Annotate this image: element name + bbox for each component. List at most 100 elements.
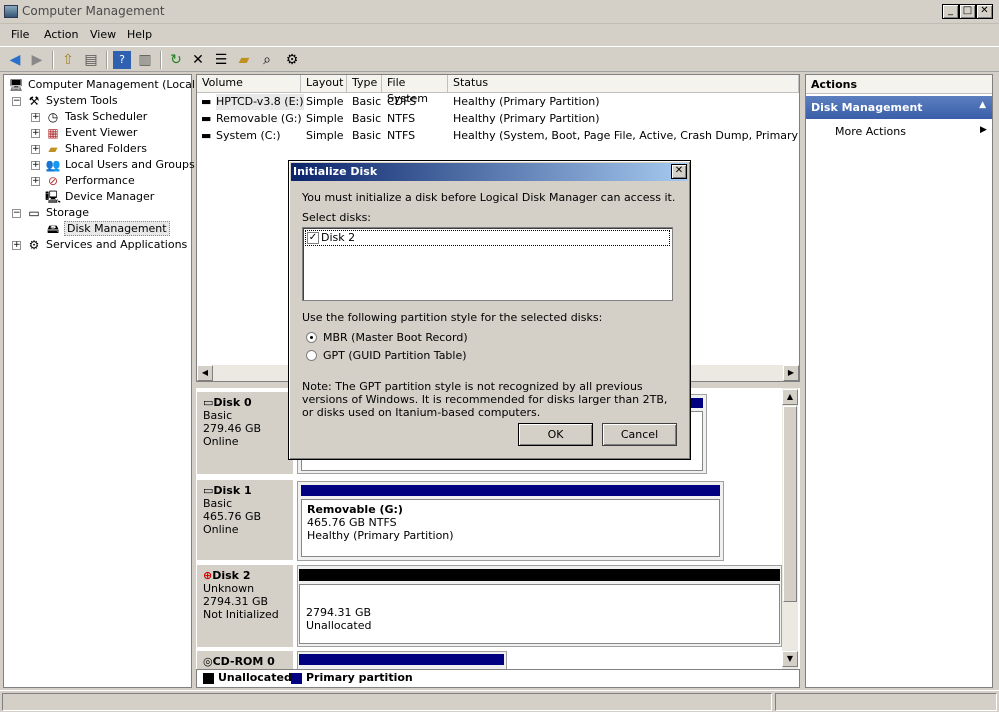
services-icon: ⚙ bbox=[28, 238, 40, 252]
expand-shared-folders[interactable]: + bbox=[31, 145, 40, 154]
expand-task-scheduler[interactable]: + bbox=[31, 113, 40, 122]
tools-icon: ⚒ bbox=[28, 94, 40, 108]
menu-help[interactable]: Help bbox=[127, 28, 152, 41]
drive-icon: ▬ bbox=[201, 112, 212, 125]
volume-status: Healthy (Primary Partition) bbox=[453, 95, 600, 108]
uninitialized-disk-icon: ⊕ bbox=[203, 569, 213, 582]
select-disks-label: Select disks: bbox=[302, 211, 372, 224]
primary-swatch bbox=[291, 673, 302, 684]
event-viewer-icon: ▦ bbox=[47, 126, 59, 140]
expand-local-users[interactable]: + bbox=[31, 161, 40, 170]
mbr-label[interactable]: MBR (Master Boot Record) bbox=[323, 331, 468, 344]
column-layout[interactable]: Layout bbox=[301, 75, 347, 93]
volume-name[interactable]: System (C:) bbox=[216, 128, 281, 144]
minimize-button[interactable]: _ bbox=[942, 4, 959, 19]
scroll-left-arrow-icon[interactable]: ◀ bbox=[197, 365, 213, 381]
volume-name[interactable]: Removable (G:) bbox=[216, 111, 302, 127]
gpt-radio[interactable] bbox=[306, 350, 317, 361]
disk-2-unallocated[interactable]: 2794.31 GB Unallocated bbox=[297, 565, 782, 647]
cdrom-icon: ◎ bbox=[203, 655, 213, 668]
vertical-scrollbar[interactable]: ▲ ▼ bbox=[782, 388, 798, 670]
settings-icon[interactable]: ⚙ bbox=[283, 51, 301, 69]
help-icon[interactable]: ? bbox=[113, 51, 131, 69]
open-folder-icon[interactable]: ▰ bbox=[235, 51, 253, 69]
mbr-radio[interactable] bbox=[306, 332, 317, 343]
menu-bar: File Action View Help bbox=[0, 24, 999, 45]
volume-name[interactable]: HPTCD-v3.8 (E:) bbox=[216, 94, 304, 110]
up-folder-icon[interactable]: ⇧ bbox=[59, 51, 77, 69]
dialog-close-button[interactable]: ✕ bbox=[671, 164, 687, 179]
cdrom-0-label[interactable]: ◎CD-ROM 0 bbox=[197, 651, 293, 671]
collapse-storage[interactable]: − bbox=[12, 209, 21, 218]
refresh-icon[interactable]: ↻ bbox=[167, 51, 185, 69]
legend: Unallocated Primary partition bbox=[196, 669, 800, 688]
expand-performance[interactable]: + bbox=[31, 177, 40, 186]
menu-action[interactable]: Action bbox=[44, 28, 78, 41]
more-actions[interactable]: More Actions bbox=[835, 125, 906, 138]
users-icon: 👥 bbox=[45, 158, 61, 172]
column-file-system[interactable]: File System bbox=[382, 75, 448, 105]
volume-type: Basic bbox=[352, 112, 382, 125]
scroll-down-arrow-icon[interactable]: ▼ bbox=[782, 651, 798, 667]
menu-file[interactable]: File bbox=[11, 28, 29, 41]
menu-view[interactable]: View bbox=[90, 28, 116, 41]
disk-list-item[interactable]: ✓ Disk 2 bbox=[305, 230, 670, 246]
dialog-title-bar: Initialize Disk ✕ bbox=[291, 163, 688, 181]
unallocated-swatch bbox=[203, 673, 214, 684]
back-icon[interactable]: ◀ bbox=[6, 51, 24, 69]
disk-2-label[interactable]: ⊕Disk 2 Unknown 2794.31 GB Not Initializ… bbox=[197, 565, 293, 647]
scroll-up-arrow-icon[interactable]: ▲ bbox=[782, 389, 798, 405]
drive-icon: ▬ bbox=[201, 95, 212, 108]
volume-type: Basic bbox=[352, 95, 382, 108]
actions-section-disk-management[interactable]: Disk Management ▲ bbox=[806, 96, 992, 119]
device-manager-icon: 🖳 bbox=[45, 190, 62, 204]
disk-icon: ▭ bbox=[203, 484, 214, 497]
collapse-system-tools[interactable]: − bbox=[12, 97, 21, 106]
disk-listbox[interactable]: ✓ Disk 2 bbox=[302, 227, 673, 301]
maximize-button[interactable]: □ bbox=[959, 4, 976, 19]
disk-management-icon: 🖴 bbox=[46, 222, 60, 236]
delete-icon[interactable]: ✕ bbox=[189, 51, 207, 69]
column-volume[interactable]: Volume bbox=[197, 75, 301, 93]
volume-layout: Simple bbox=[306, 112, 344, 125]
gpt-note: Note: The GPT partition style is not rec… bbox=[302, 380, 668, 419]
cdrom-0-partition[interactable] bbox=[297, 651, 507, 671]
actions-header: Actions bbox=[806, 75, 992, 94]
volume-status: Healthy (System, Boot, Page File, Active… bbox=[453, 129, 799, 142]
gpt-label[interactable]: GPT (GUID Partition Table) bbox=[323, 349, 467, 362]
submenu-arrow-icon: ▶ bbox=[980, 125, 987, 135]
disk-0-label[interactable]: ▭Disk 0 Basic 279.46 GB Online bbox=[197, 392, 293, 474]
expand-services[interactable]: + bbox=[12, 241, 21, 250]
forward-icon[interactable]: ▶ bbox=[28, 51, 46, 69]
volume-layout: Simple bbox=[306, 95, 344, 108]
legend-primary: Primary partition bbox=[306, 671, 413, 684]
close-button[interactable]: ✕ bbox=[976, 4, 993, 19]
show-hide-tree-icon[interactable]: ▤ bbox=[82, 51, 100, 69]
properties-icon[interactable]: ☰ bbox=[212, 51, 230, 69]
volume-layout: Simple bbox=[306, 129, 344, 142]
disk-2-checkbox[interactable]: ✓ bbox=[307, 232, 319, 244]
scroll-right-arrow-icon[interactable]: ▶ bbox=[783, 365, 799, 381]
initialize-disk-dialog: Initialize Disk ✕ You must initialize a … bbox=[288, 160, 691, 460]
disk-1-partition[interactable]: Removable (G:) 465.76 GB NTFS Healthy (P… bbox=[297, 481, 724, 561]
show-hide-action-pane-icon[interactable]: ▥ bbox=[136, 51, 154, 69]
partition-style-label: Use the following partition style for th… bbox=[302, 311, 603, 324]
ok-button[interactable]: OK bbox=[518, 423, 593, 446]
cancel-button[interactable]: Cancel bbox=[602, 423, 677, 446]
disk-1-label[interactable]: ▭Disk 1 Basic 465.76 GB Online bbox=[197, 480, 293, 560]
collapse-arrow-icon[interactable]: ▲ bbox=[979, 100, 986, 110]
volume-fs: NTFS bbox=[387, 129, 416, 142]
column-type[interactable]: Type bbox=[347, 75, 382, 93]
performance-icon: ⊘ bbox=[47, 174, 59, 188]
window-title: Computer Management bbox=[22, 4, 165, 18]
column-status[interactable]: Status bbox=[448, 75, 799, 93]
status-bar bbox=[0, 690, 999, 712]
expand-event-viewer[interactable]: + bbox=[31, 129, 40, 138]
disk-2-label: Disk 2 bbox=[321, 231, 356, 244]
storage-icon: ▭ bbox=[28, 206, 40, 220]
disk-icon: ▭ bbox=[203, 396, 214, 409]
search-icon[interactable]: ⌕ bbox=[258, 51, 276, 69]
scroll-thumb[interactable] bbox=[783, 406, 797, 602]
drive-icon: ▬ bbox=[201, 129, 212, 142]
computer-icon: 🖥 bbox=[8, 78, 24, 92]
